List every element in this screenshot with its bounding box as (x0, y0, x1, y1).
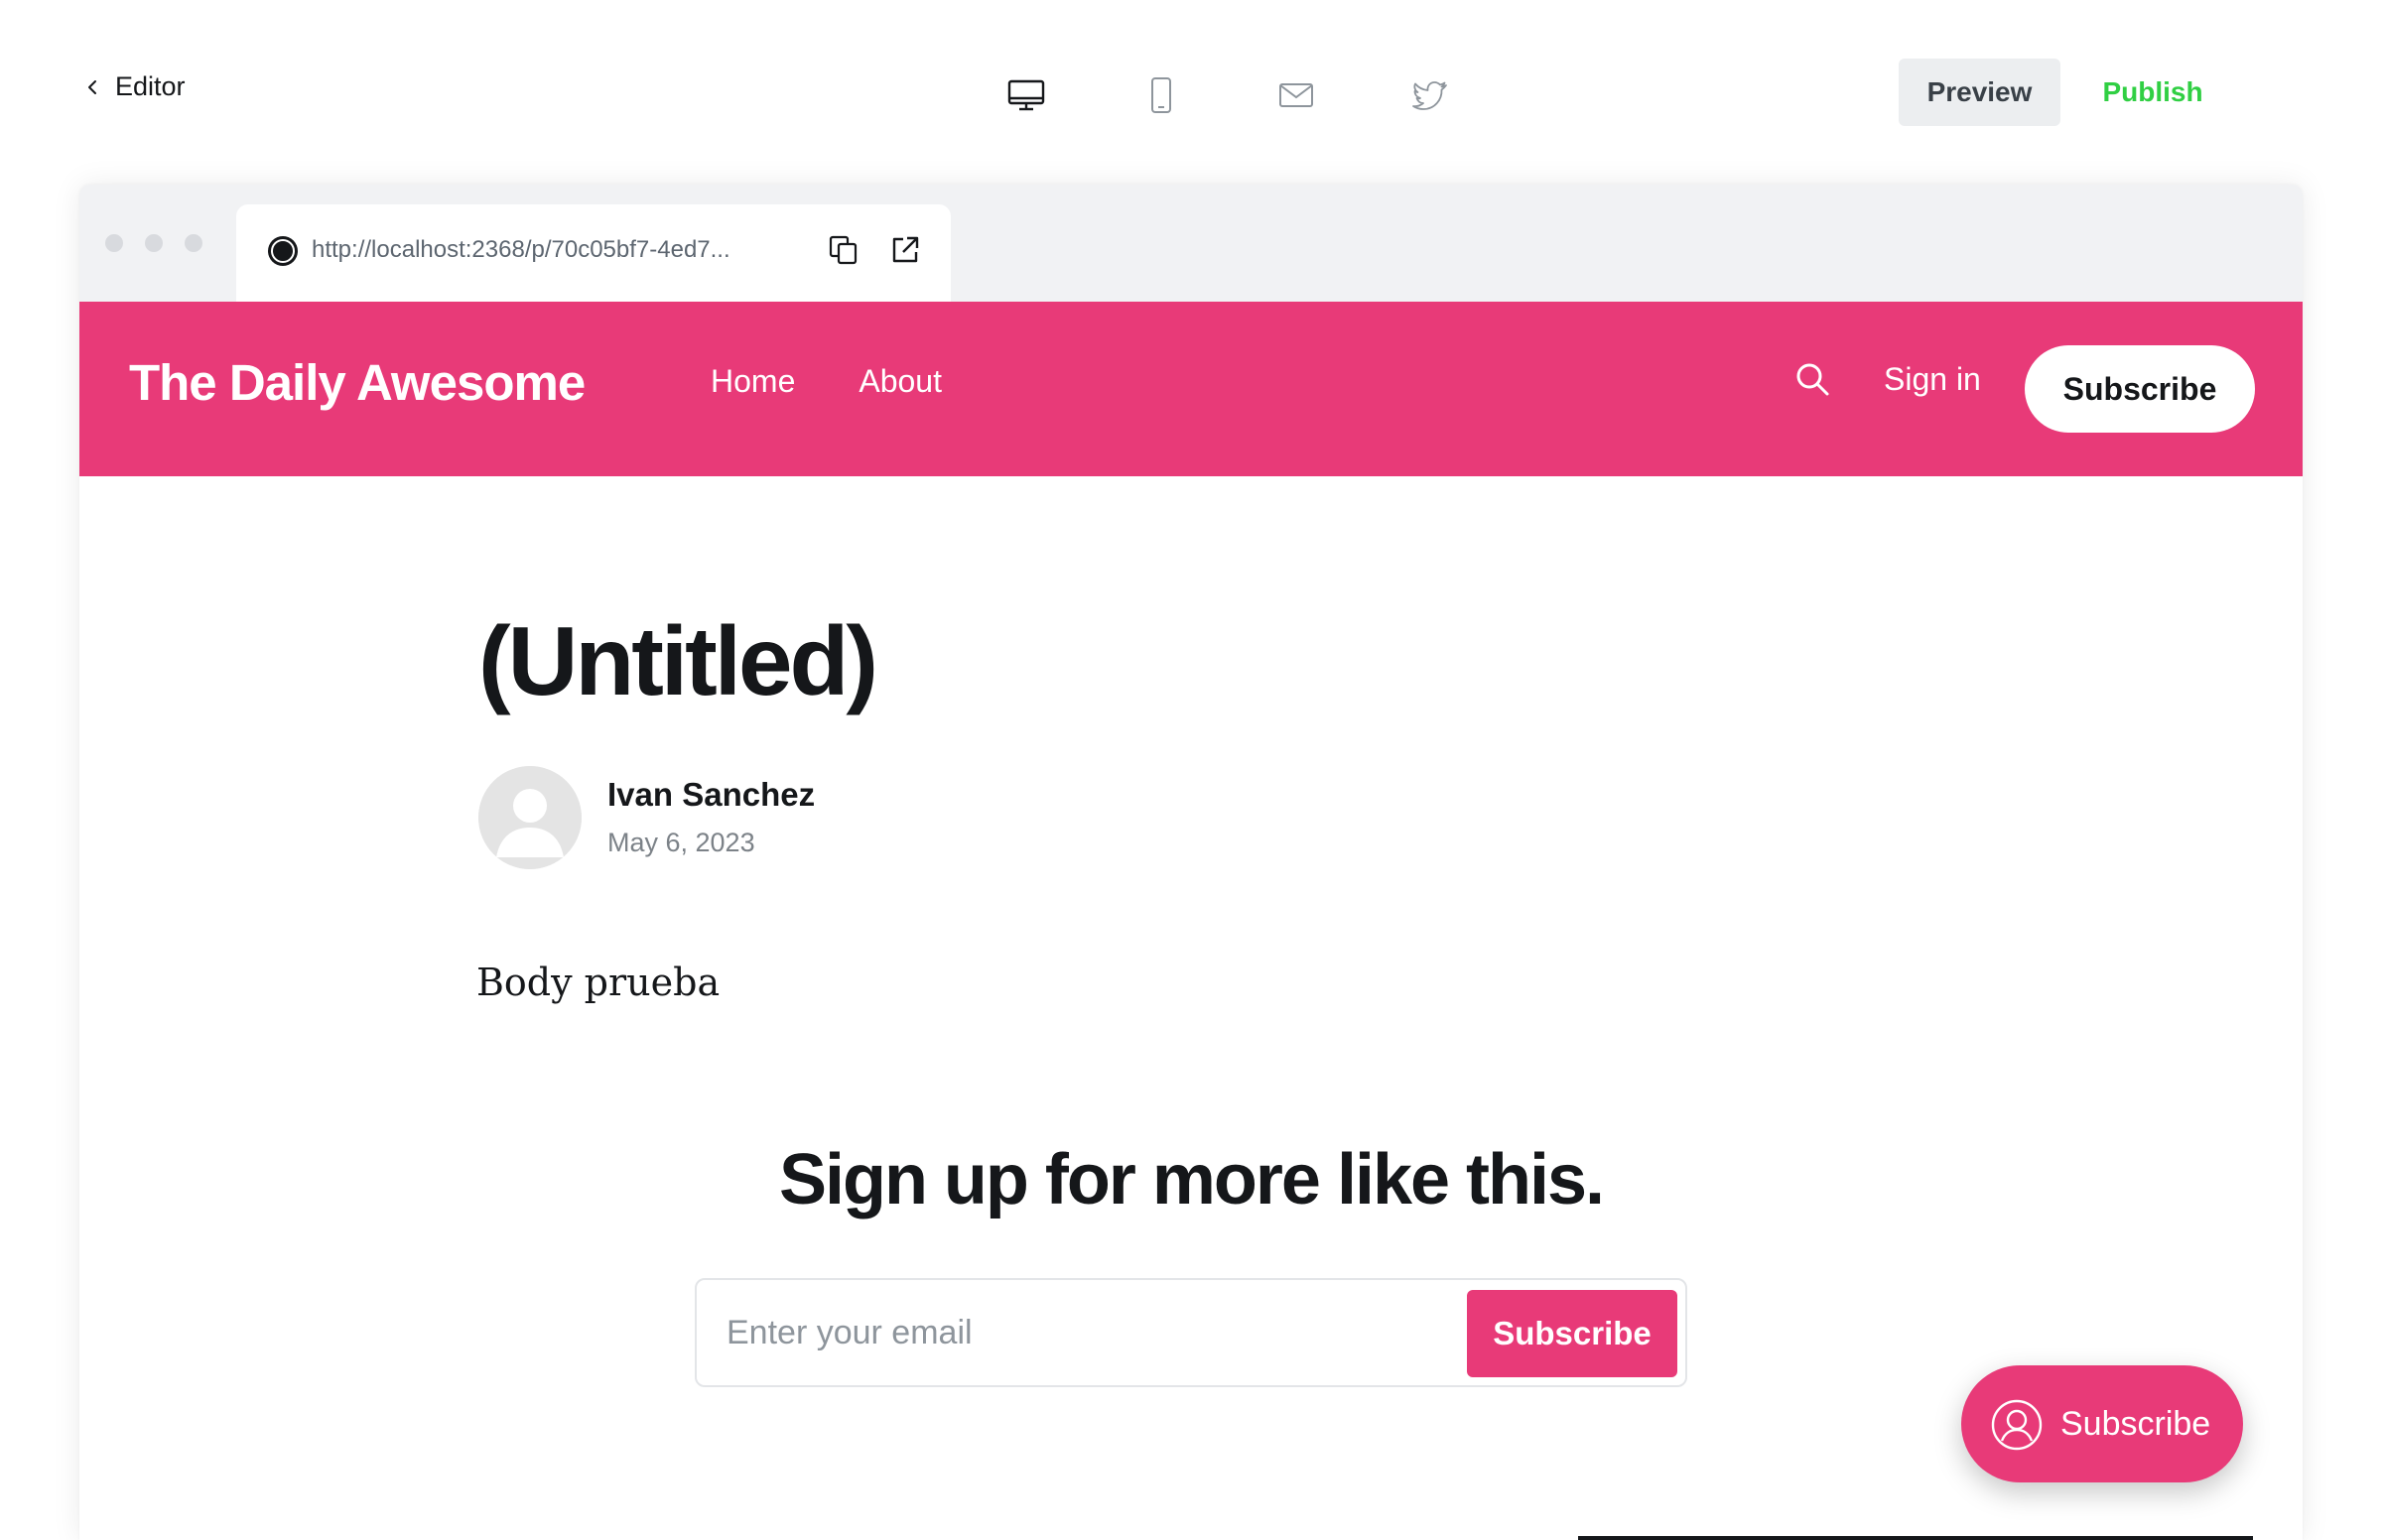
signup-cta-heading: Sign up for more like this. (778, 1140, 1605, 1219)
portal-label: Subscribe (2060, 1405, 2211, 1443)
publish-button[interactable]: Publish (2084, 59, 2221, 126)
ghost-favicon-icon (268, 236, 298, 266)
twitter-preview-button[interactable] (1364, 69, 1499, 121)
browser-chrome: http://localhost:2368/p/70c05bf7-4ed7... (79, 185, 2303, 302)
window-dot-icon (145, 234, 163, 252)
nav-item-home[interactable]: Home (711, 363, 795, 400)
nav-item-about[interactable]: About (859, 363, 942, 400)
post-date: May 6, 2023 (607, 828, 755, 857)
user-circle-icon (1991, 1399, 2043, 1451)
preview-button[interactable]: Preview (1899, 59, 2060, 126)
device-toggle-group (959, 69, 1499, 121)
sign-in-link[interactable]: Sign in (1884, 361, 1981, 398)
post-body: Body prueba (476, 961, 721, 1004)
envelope-icon (1279, 83, 1313, 107)
site-title[interactable]: The Daily Awesome (129, 353, 586, 412)
email-input[interactable] (697, 1280, 1451, 1385)
user-placeholder-icon (478, 766, 582, 869)
signup-form: Subscribe (695, 1278, 1687, 1387)
back-to-editor-link[interactable]: Editor (83, 71, 186, 102)
twitter-icon (1412, 81, 1447, 110)
back-label: Editor (115, 71, 186, 101)
email-preview-button[interactable] (1229, 69, 1364, 121)
desktop-preview-button[interactable] (959, 69, 1094, 121)
browser-preview-frame: http://localhost:2368/p/70c05bf7-4ed7...… (79, 185, 2303, 1540)
cta-subscribe-button[interactable]: Subscribe (1467, 1290, 1677, 1377)
mobile-preview-button[interactable] (1094, 69, 1229, 121)
post-title: (Untitled) (478, 606, 878, 715)
content-edge-divider (1578, 1536, 2253, 1540)
header-subscribe-button[interactable]: Subscribe (2025, 345, 2255, 433)
site-header: The Daily Awesome Home About Sign in Sub… (79, 302, 2303, 476)
author-avatar[interactable] (478, 766, 582, 869)
editor-toolbar: Editor Preview Publish (0, 0, 2382, 185)
window-dot-icon (105, 234, 123, 252)
author-name[interactable]: Ivan Sanchez (607, 776, 815, 814)
copy-icon[interactable] (826, 232, 861, 268)
desktop-icon (1007, 79, 1045, 111)
url-text[interactable]: http://localhost:2368/p/70c05bf7-4ed7... (312, 236, 730, 264)
window-dot-icon (185, 234, 202, 252)
url-bar: http://localhost:2368/p/70c05bf7-4ed7... (236, 204, 951, 302)
site-nav: Home About (711, 363, 942, 400)
portal-subscribe-button[interactable]: Subscribe (1961, 1365, 2243, 1482)
chevron-left-icon (88, 79, 96, 94)
mobile-icon (1151, 77, 1171, 113)
external-link-icon[interactable] (887, 232, 923, 268)
search-icon[interactable] (1792, 359, 1832, 399)
